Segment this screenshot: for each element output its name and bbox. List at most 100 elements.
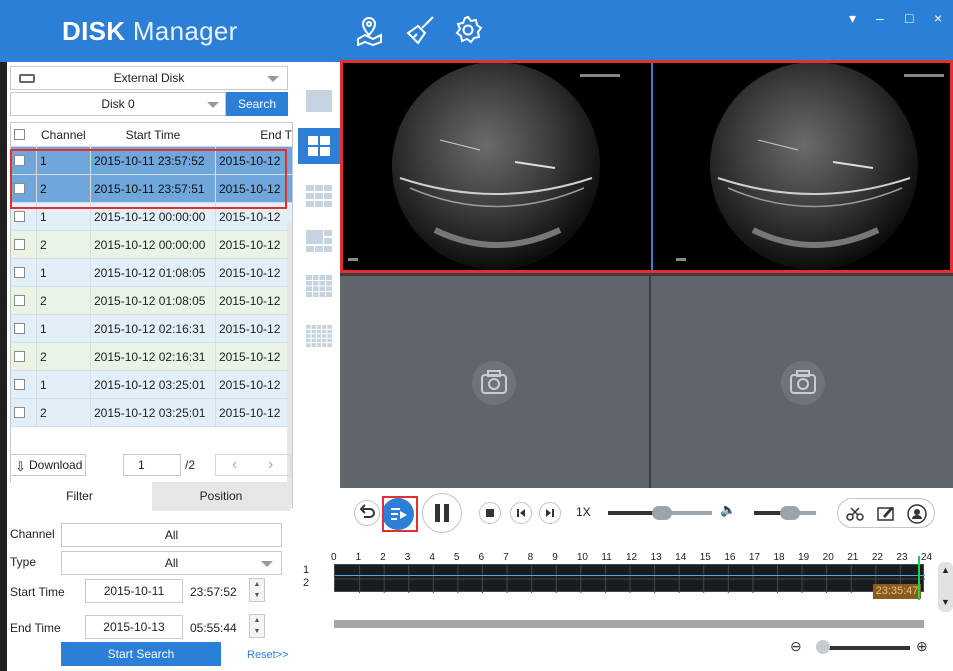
- cell-start-time: 2015-10-12 02:16:31: [91, 315, 216, 342]
- row-checkbox[interactable]: [14, 351, 25, 362]
- return-icon: [359, 504, 375, 518]
- return-button[interactable]: [354, 500, 380, 526]
- video-area: [340, 60, 953, 488]
- pause-button[interactable]: [422, 493, 462, 533]
- next-frame-button[interactable]: [539, 502, 561, 524]
- start-search-button[interactable]: Start Search: [61, 642, 221, 666]
- speed-slider[interactable]: [608, 506, 712, 520]
- video-pane-3[interactable]: [340, 276, 649, 488]
- zoom-in-icon[interactable]: ⊕: [916, 638, 928, 655]
- type-select[interactable]: All: [61, 551, 282, 575]
- end-time-spinner[interactable]: ▲ ▼: [249, 614, 265, 638]
- row-checkbox[interactable]: [14, 323, 25, 334]
- reset-link[interactable]: Reset>>: [247, 644, 289, 666]
- volume-slider-thumb[interactable]: [780, 506, 800, 520]
- row-checkbox[interactable]: [14, 267, 25, 278]
- table-row[interactable]: 2 2015-10-12 02:16:31 2015-10-12: [11, 343, 292, 371]
- cell-end-time: 2015-10-12: [216, 371, 292, 398]
- video-pane-4[interactable]: [651, 276, 953, 488]
- sync-button-highlight: [382, 496, 418, 532]
- speed-slider-thumb[interactable]: [652, 506, 672, 520]
- zoom-slider[interactable]: [816, 640, 910, 654]
- map-icon[interactable]: [354, 14, 386, 47]
- close-button[interactable]: ×: [934, 10, 942, 26]
- layout-9-icon[interactable]: [306, 185, 332, 207]
- dropdown-menu-icon[interactable]: ▾: [849, 10, 856, 26]
- layout-16-icon[interactable]: [306, 275, 332, 297]
- cell-channel: 2: [37, 231, 91, 258]
- row-checkbox[interactable]: [14, 211, 25, 222]
- tab-position[interactable]: Position: [152, 482, 290, 511]
- layout-4-button[interactable]: [298, 128, 340, 164]
- column-header-end-time[interactable]: End T: [217, 123, 292, 146]
- selection-highlight-box: [10, 149, 287, 209]
- timeline-hour-label: 10: [576, 552, 588, 563]
- end-date-input[interactable]: 2015-10-13: [85, 615, 183, 639]
- next-page-button[interactable]: ›: [268, 455, 273, 475]
- row-checkbox[interactable]: [14, 239, 25, 250]
- disk-source-select[interactable]: External Disk: [10, 66, 288, 90]
- timeline-hour-label: 2: [380, 552, 386, 563]
- timeline-track[interactable]: [334, 564, 925, 593]
- layout-25-icon[interactable]: [306, 325, 332, 347]
- zoom-slider-thumb[interactable]: [816, 640, 830, 654]
- previous-frame-button[interactable]: [510, 502, 532, 524]
- start-date-input[interactable]: 2015-10-11: [85, 579, 183, 603]
- page-number-input[interactable]: 1: [123, 454, 181, 476]
- tab-filter[interactable]: Filter: [7, 482, 152, 511]
- page-nav: ‹ ›: [215, 454, 291, 476]
- timeline-hour-label: 19: [798, 552, 810, 563]
- previous-page-button[interactable]: ‹: [232, 455, 237, 475]
- start-time-spinner[interactable]: ▲ ▼: [249, 578, 265, 602]
- start-time-input[interactable]: 23:57:52: [190, 581, 237, 603]
- timeline-scrollbar[interactable]: [334, 620, 924, 628]
- volume-slider[interactable]: [754, 506, 816, 520]
- download-button[interactable]: ⇩ Download: [10, 454, 86, 476]
- maximize-button[interactable]: □: [905, 10, 913, 26]
- timeline-hour-label: 9: [552, 552, 558, 563]
- playhead[interactable]: [918, 556, 920, 600]
- end-time-input[interactable]: 05:55:44: [190, 617, 237, 639]
- settings-gear-icon[interactable]: [452, 14, 484, 46]
- broom-icon[interactable]: [405, 14, 437, 46]
- cell-start-time: 2015-10-12 00:00:00: [91, 231, 216, 258]
- channel-select[interactable]: All: [61, 523, 282, 547]
- table-row[interactable]: 1 2015-10-12 02:16:31 2015-10-12: [11, 315, 292, 343]
- chevron-down-icon: [261, 561, 273, 567]
- person-icon[interactable]: [906, 503, 928, 525]
- column-header-channel[interactable]: Channel: [37, 123, 91, 146]
- table-row[interactable]: 1 2015-10-12 03:25:01 2015-10-12: [11, 371, 292, 399]
- stop-icon: [486, 509, 494, 517]
- pause-icon: [435, 504, 449, 522]
- search-button[interactable]: Search: [226, 92, 288, 116]
- clip-scissors-icon[interactable]: [844, 503, 866, 525]
- table-row[interactable]: 2 2015-10-12 00:00:00 2015-10-12: [11, 231, 292, 259]
- row-checkbox[interactable]: [14, 295, 25, 306]
- disk-select[interactable]: Disk 0: [10, 92, 226, 116]
- cell-end-time: 2015-10-12: [216, 231, 292, 258]
- stop-button[interactable]: [479, 502, 501, 524]
- timeline-hour-label: 5: [453, 552, 460, 563]
- select-all-checkbox[interactable]: [14, 129, 25, 140]
- snapshot-edit-icon[interactable]: [875, 503, 897, 525]
- volume-icon[interactable]: 🔈: [720, 502, 736, 518]
- table-row[interactable]: 1 2015-10-12 01:08:05 2015-10-12: [11, 259, 292, 287]
- timeline-vertical-scroll[interactable]: ▲ ▼: [938, 562, 953, 612]
- hard-disk-icon: [19, 74, 35, 83]
- layout-1-icon[interactable]: [306, 90, 332, 112]
- minimize-button[interactable]: –: [876, 10, 884, 26]
- timeline-grid: [335, 565, 925, 593]
- timeline-hour-label: 20: [822, 552, 834, 563]
- row-checkbox[interactable]: [14, 407, 25, 418]
- disk-select-value: Disk 0: [101, 97, 135, 111]
- column-header-start-time[interactable]: Start Time: [93, 123, 213, 146]
- app-title: DISK Manager: [62, 16, 238, 46]
- disk-source-value: External Disk: [113, 71, 185, 85]
- table-row[interactable]: 2 2015-10-12 01:08:05 2015-10-12: [11, 287, 292, 315]
- zoom-out-icon[interactable]: ⊖: [790, 638, 802, 655]
- layout-1plus5-icon[interactable]: [306, 230, 332, 252]
- row-checkbox[interactable]: [14, 379, 25, 390]
- timeline-channel-2-label: 2: [303, 577, 310, 589]
- timeline-hour-label: 21: [847, 552, 859, 563]
- table-row[interactable]: 2 2015-10-12 03:25:01 2015-10-12: [11, 399, 292, 427]
